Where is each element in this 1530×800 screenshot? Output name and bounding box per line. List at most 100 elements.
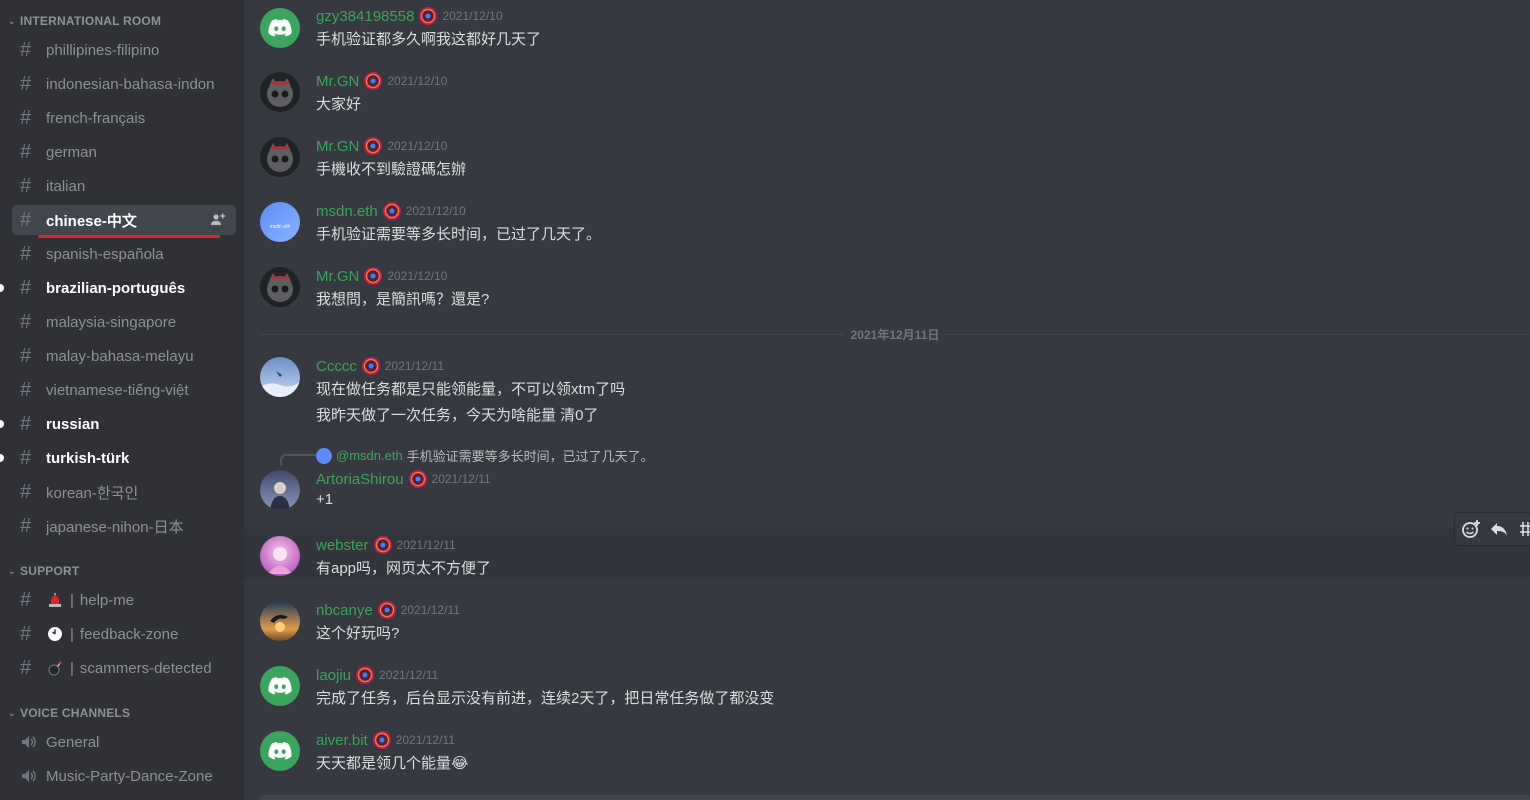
avatar[interactable] bbox=[260, 137, 300, 177]
hash-icon: # bbox=[20, 447, 32, 469]
reply-button[interactable] bbox=[1489, 517, 1509, 541]
message[interactable]: msdn.eth msdn.eth 2021/12/10 手机验证需要等多长时间… bbox=[244, 195, 1530, 257]
channel-phillipines-filipino[interactable]: # phillipines-filipino bbox=[12, 35, 236, 65]
avatar[interactable] bbox=[260, 8, 300, 48]
channel-label: japanese-nihon-日本 bbox=[46, 518, 184, 536]
channel-french[interactable]: # french-français bbox=[12, 103, 236, 133]
username[interactable]: aiver.bit bbox=[316, 732, 368, 749]
message[interactable]: laojiu 2021/12/11 完成了任务，后台显示没有前进，连续2天了，把… bbox=[244, 659, 1530, 721]
username[interactable]: webster bbox=[316, 537, 369, 554]
avatar[interactable] bbox=[260, 72, 300, 112]
red-underline-annotation bbox=[38, 235, 220, 238]
message[interactable]: Ccccc 2021/12/11 现在做任务都是只能领能量，不可以领xtm了吗 … bbox=[244, 350, 1530, 430]
category-support[interactable]: ⌄ SUPPORT bbox=[8, 562, 79, 580]
message[interactable]: Mr.GN 2021/12/10 大家好 bbox=[244, 65, 1530, 127]
category-title: VOICE CHANNELS bbox=[20, 706, 131, 720]
avatar[interactable] bbox=[260, 357, 300, 397]
add-reaction-button[interactable] bbox=[1461, 517, 1481, 541]
hash-icon: # bbox=[20, 39, 32, 61]
avatar[interactable]: msdn.eth bbox=[260, 202, 300, 242]
voice-channel-general[interactable]: General bbox=[12, 727, 236, 757]
speaker-icon bbox=[20, 767, 46, 785]
avatar[interactable] bbox=[260, 731, 300, 771]
hash-icon: # bbox=[20, 589, 32, 611]
hash-icon: # bbox=[20, 175, 32, 197]
channel-malay[interactable]: # malay-bahasa-melayu bbox=[12, 341, 236, 371]
avatar[interactable] bbox=[260, 601, 300, 641]
avatar-text: msdn.eth bbox=[269, 224, 291, 230]
more-options-button[interactable] bbox=[1517, 517, 1530, 541]
message[interactable]: ArtoriaShirou 2021/12/11 +1 bbox=[244, 463, 1530, 525]
message[interactable]: Mr.GN 2021/12/10 我想問，是簡訊嗎？還是? bbox=[244, 260, 1530, 322]
message-actions-toolbar bbox=[1454, 512, 1530, 546]
username[interactable]: nbcanye bbox=[316, 602, 373, 619]
message[interactable]: nbcanye 2021/12/11 这个好玩吗? bbox=[244, 594, 1530, 656]
channel-korean[interactable]: # korean-한국인 bbox=[12, 477, 236, 507]
hash-icon: # bbox=[20, 623, 32, 645]
channel-chinese[interactable]: # chinese-中文 bbox=[12, 205, 236, 235]
avatar[interactable] bbox=[260, 536, 300, 576]
channel-vietnamese[interactable]: # vietnamese-tiếng-việt bbox=[12, 375, 236, 405]
hash-icon: # bbox=[20, 107, 32, 129]
channel-japanese[interactable]: # japanese-nihon-日本 bbox=[12, 511, 236, 541]
message-input-edge[interactable] bbox=[260, 795, 1530, 800]
channel-scammers-detected[interactable]: # | scammers-detected bbox=[12, 653, 236, 683]
channel-label: phillipines-filipino bbox=[46, 41, 160, 59]
message-text: 这个好玩吗? bbox=[316, 625, 400, 642]
chevron-down-icon: ⌄ bbox=[8, 15, 16, 26]
channel-indonesian-bahasa-indon[interactable]: # indonesian-bahasa-indon bbox=[12, 69, 236, 99]
username[interactable]: ArtoriaShirou bbox=[316, 471, 404, 488]
username[interactable]: Ccccc bbox=[316, 358, 357, 375]
channel-label: malay-bahasa-melayu bbox=[46, 347, 194, 365]
message[interactable]: gzy384198558 2021/12/10 手机验证都多久啊我这都好几天了 bbox=[244, 0, 1530, 62]
channel-label: spanish-española bbox=[46, 245, 164, 263]
message-text: 手機收不到驗證碼怎辦 bbox=[316, 161, 467, 178]
category-international-room[interactable]: ⌄ INTERNATIONAL ROOM bbox=[8, 12, 161, 30]
nitro-badge-icon bbox=[408, 470, 427, 488]
channel-label: italian bbox=[46, 177, 86, 195]
username[interactable]: Mr.GN bbox=[316, 138, 359, 155]
message[interactable]: aiver.bit 2021/12/11 天天都是领几个能量😂 bbox=[244, 724, 1530, 786]
avatar[interactable] bbox=[260, 666, 300, 706]
timestamp: 2021/12/10 bbox=[405, 204, 466, 218]
username[interactable]: Mr.GN bbox=[316, 268, 359, 285]
chevron-down-icon: ⌄ bbox=[8, 565, 16, 576]
channel-brazilian[interactable]: # brazilian-português bbox=[0, 273, 236, 303]
timestamp: 2021/12/11 bbox=[395, 733, 455, 747]
avatar[interactable] bbox=[260, 470, 300, 510]
channel-label: brazilian-português bbox=[46, 279, 186, 297]
username[interactable]: Mr.GN bbox=[316, 73, 359, 90]
hash-icon: # bbox=[20, 73, 32, 95]
channel-label: french-français bbox=[46, 109, 146, 127]
avatar[interactable] bbox=[260, 267, 300, 307]
channel-italian[interactable]: # italian bbox=[12, 171, 236, 201]
add-member-icon[interactable] bbox=[210, 212, 226, 228]
message-text: 我昨天做了一次任务，今天为啥能量 清0了 bbox=[316, 407, 599, 424]
unread-indicator bbox=[0, 284, 4, 292]
separator: | bbox=[70, 625, 74, 643]
channel-malaysia-singapore[interactable]: # malaysia-singapore bbox=[12, 307, 236, 337]
channel-german[interactable]: # german bbox=[12, 137, 236, 167]
channel-spanish[interactable]: # spanish-española bbox=[12, 239, 236, 269]
hash-icon: # bbox=[20, 311, 32, 333]
message[interactable]: webster 2021/12/11 有app吗，网页太不方便了 bbox=[244, 529, 1530, 579]
discord-logo-icon bbox=[268, 19, 292, 37]
channel-help-me[interactable]: # | help-me bbox=[12, 585, 236, 615]
username[interactable]: laojiu bbox=[316, 667, 351, 684]
voice-channel-music-party[interactable]: Music-Party-Dance-Zone bbox=[12, 761, 236, 791]
message-text: 天天都是领几个能量😂 bbox=[316, 755, 469, 772]
channel-label: turkish-türk bbox=[46, 449, 130, 467]
hash-icon: # bbox=[20, 243, 32, 265]
channel-feedback-zone[interactable]: # | feedback-zone bbox=[12, 619, 236, 649]
username[interactable]: gzy384198558 bbox=[316, 8, 414, 25]
channel-label: help-me bbox=[79, 591, 135, 609]
channel-label: indonesian-bahasa-indon bbox=[46, 75, 215, 93]
message[interactable]: Mr.GN 2021/12/10 手機收不到驗證碼怎辦 bbox=[244, 130, 1530, 192]
discord-logo-icon bbox=[268, 742, 292, 760]
username[interactable]: msdn.eth bbox=[316, 203, 378, 220]
reply-mention[interactable]: @msdn.eth bbox=[336, 448, 403, 463]
channel-label: vietnamese-tiếng-việt bbox=[46, 381, 189, 399]
category-voice-channels[interactable]: ⌄ VOICE CHANNELS bbox=[8, 704, 130, 722]
channel-turkish[interactable]: # turkish-türk bbox=[0, 443, 236, 473]
channel-russian[interactable]: # russian bbox=[0, 409, 236, 439]
